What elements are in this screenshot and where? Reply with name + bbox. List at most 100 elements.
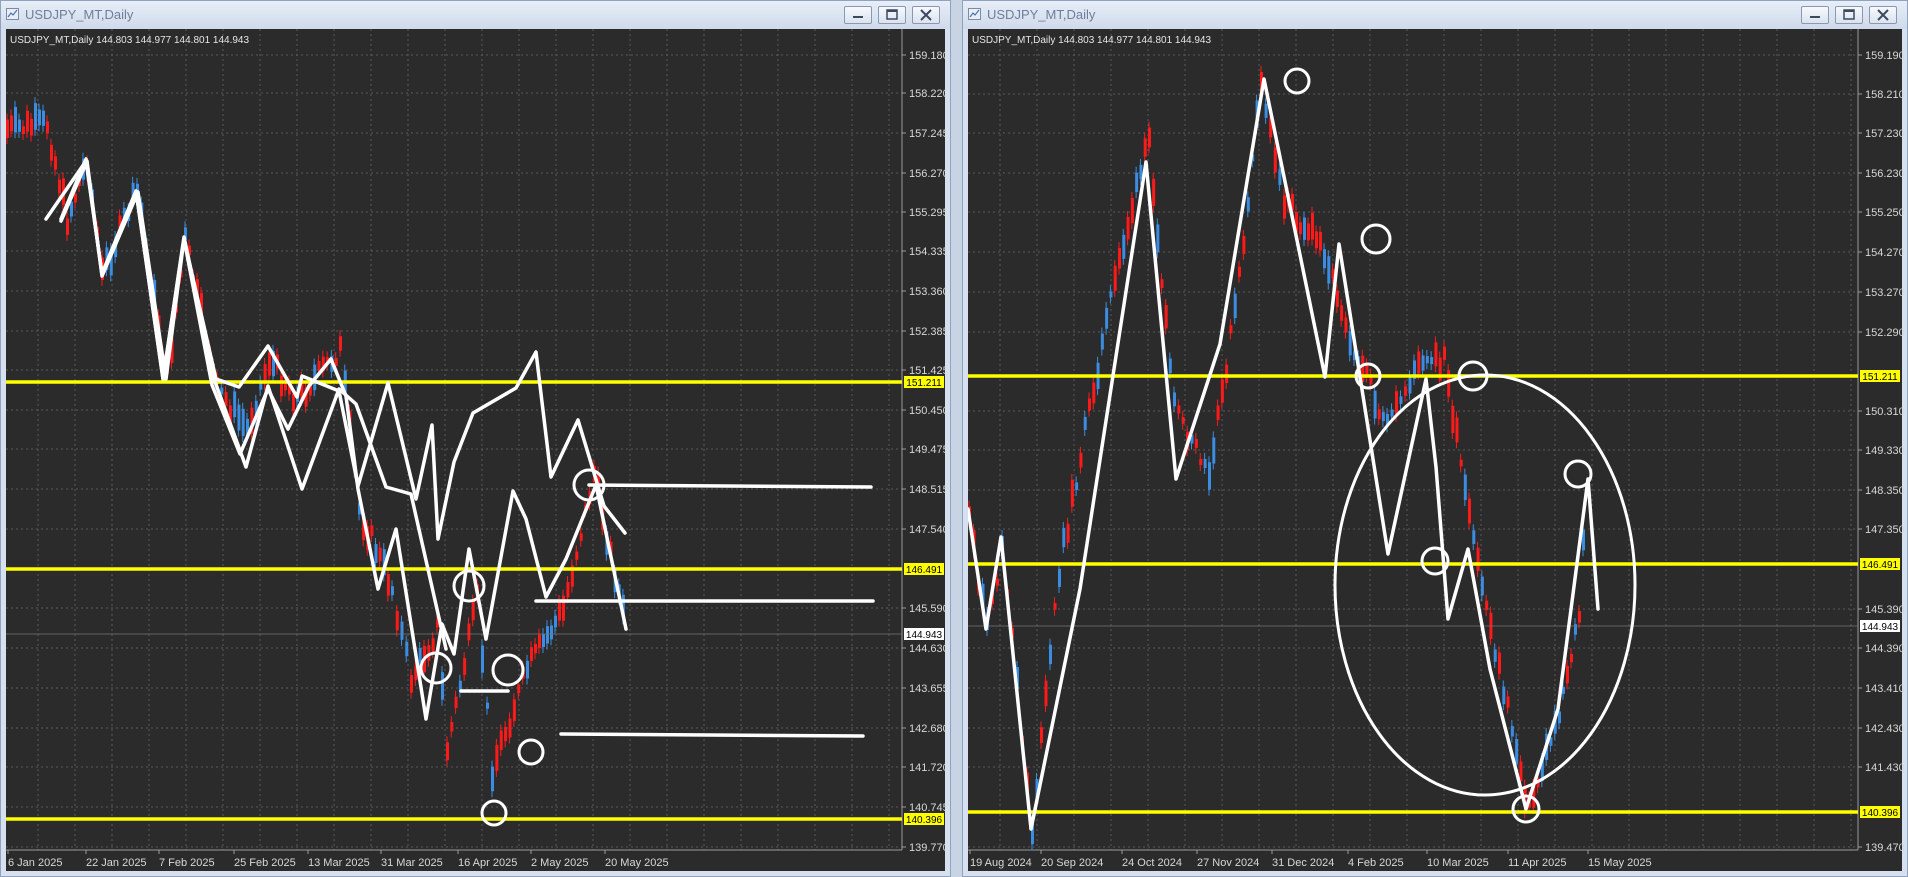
- chart-window-left[interactable]: USDJPY_MT,Daily 151.211 146.491 140.396 144…: [0, 0, 951, 877]
- candle-body: [1335, 290, 1339, 307]
- horizontal-ray[interactable]: [587, 483, 873, 489]
- candle-body: [1044, 680, 1048, 707]
- candle-body: [1447, 370, 1451, 397]
- window-title: USDJPY_MT,Daily: [25, 7, 134, 22]
- candle-body: [1122, 234, 1126, 259]
- candle-body: [1229, 325, 1233, 334]
- drawing-objects[interactable]: [968, 67, 1637, 831]
- candle-body: [18, 119, 21, 132]
- candle-body: [454, 696, 458, 708]
- candle-body: [1570, 654, 1573, 663]
- window-title: USDJPY_MT,Daily: [987, 7, 1096, 22]
- price-axis-label: 155.250: [1865, 207, 1904, 219]
- candle-body: [233, 391, 237, 418]
- candle-body: [1092, 382, 1096, 404]
- candle-body: [1485, 600, 1489, 611]
- date-axis-label: 20 Sep 2024: [1041, 857, 1103, 869]
- candle-body: [1066, 523, 1070, 543]
- minimize-button[interactable]: [844, 6, 872, 24]
- candle-body: [1208, 462, 1211, 490]
- candle-body: [1381, 412, 1385, 422]
- window-titlebar[interactable]: USDJPY_MT,Daily: [1, 1, 950, 29]
- date-axis-label: 16 Apr 2025: [458, 857, 517, 869]
- candle-body: [1395, 391, 1398, 416]
- chart-area[interactable]: 151.211 146.491 140.396 144.943 159.180 158.2…: [6, 29, 947, 872]
- candle-body: [317, 360, 321, 371]
- marker-circle[interactable]: [1283, 67, 1311, 95]
- marker-circle[interactable]: [517, 738, 545, 766]
- candle-body: [46, 121, 49, 134]
- candle-body: [1173, 392, 1176, 407]
- candle-body: [34, 103, 37, 130]
- price-axis-label: 153.360: [909, 286, 947, 298]
- price-axis-label: 154.270: [1865, 247, 1904, 259]
- candle-body: [50, 144, 53, 161]
- candle-body: [1480, 576, 1484, 596]
- candle-body: [418, 648, 422, 663]
- drawing-objects[interactable]: [44, 157, 875, 827]
- candle-body: [499, 730, 503, 750]
- candle-body: [1053, 603, 1057, 610]
- chart-window-right[interactable]: USDJPY_MT,Daily 151.211 146.491 140.396 144…: [962, 0, 1908, 877]
- price-axis-label: 153.270: [1865, 287, 1904, 299]
- candle-body: [1493, 649, 1497, 662]
- candle-body: [1242, 235, 1246, 255]
- candle-body: [30, 118, 33, 136]
- candle-body: [395, 611, 399, 631]
- candle-body: [1152, 178, 1156, 206]
- candle-body: [10, 115, 13, 132]
- marker-circle[interactable]: [480, 799, 508, 827]
- candle-body: [241, 408, 245, 437]
- candle-body: [1502, 686, 1506, 705]
- price-axis-label: 144.390: [1865, 643, 1904, 655]
- zigzag-line[interactable]: [968, 77, 1600, 831]
- candle-body: [1434, 342, 1438, 367]
- level-price-label: 151.211: [906, 378, 942, 389]
- minimize-button[interactable]: [1801, 6, 1829, 24]
- candle-body: [1399, 396, 1403, 404]
- candle-body: [1283, 195, 1286, 219]
- close-button[interactable]: [912, 6, 940, 24]
- highlight-ellipse[interactable]: [1333, 373, 1637, 797]
- candle-body: [1049, 644, 1052, 665]
- candle-body: [1510, 726, 1514, 737]
- price-axis-label: 156.230: [1865, 168, 1904, 180]
- candle-body: [1344, 317, 1348, 333]
- candle-body: [534, 643, 537, 654]
- date-axis-label: 11 Apr 2025: [1508, 857, 1567, 869]
- current-price-label: 144.943: [1862, 622, 1899, 633]
- close-button[interactable]: [1869, 6, 1897, 24]
- window-titlebar[interactable]: USDJPY_MT,Daily: [963, 1, 1907, 29]
- marker-circle[interactable]: [1563, 459, 1593, 489]
- price-chart[interactable]: 151.211 146.491 140.396 144.943 159.190 158.2…: [968, 29, 1904, 872]
- chart-area[interactable]: 151.211 146.491 140.396 144.943 159.190 158.2…: [968, 29, 1904, 872]
- candle-body: [1070, 479, 1074, 507]
- candle-body: [546, 626, 549, 644]
- candle-body: [1040, 727, 1043, 743]
- candle-body: [26, 110, 29, 132]
- candle-body: [14, 106, 17, 133]
- candle-body: [1566, 665, 1569, 684]
- marker-circle[interactable]: [452, 569, 486, 603]
- price-axis-label: 158.220: [909, 88, 947, 100]
- candle-body: [1199, 459, 1203, 466]
- candle-body: [292, 393, 295, 412]
- candle-body: [1160, 279, 1164, 289]
- candle-body: [446, 742, 449, 761]
- candles: [968, 66, 1585, 851]
- marker-circle[interactable]: [1360, 223, 1392, 255]
- candle-body: [1430, 357, 1434, 365]
- horizontal-ray[interactable]: [559, 732, 865, 738]
- price-axis-label: 158.210: [1865, 89, 1904, 101]
- zigzag-line[interactable]: [59, 159, 627, 541]
- price-chart[interactable]: 151.211 146.491 140.396 144.943 159.180 158.2…: [6, 29, 947, 872]
- candle-body: [1408, 376, 1412, 394]
- candle-body: [1177, 405, 1181, 414]
- candle-body: [22, 126, 25, 134]
- candle-body: [1323, 249, 1326, 269]
- maximize-button[interactable]: [878, 6, 906, 24]
- candle-body: [1319, 231, 1322, 251]
- maximize-button[interactable]: [1835, 6, 1863, 24]
- date-axis-label: 15 May 2025: [1588, 857, 1652, 869]
- candle-body: [1130, 197, 1134, 224]
